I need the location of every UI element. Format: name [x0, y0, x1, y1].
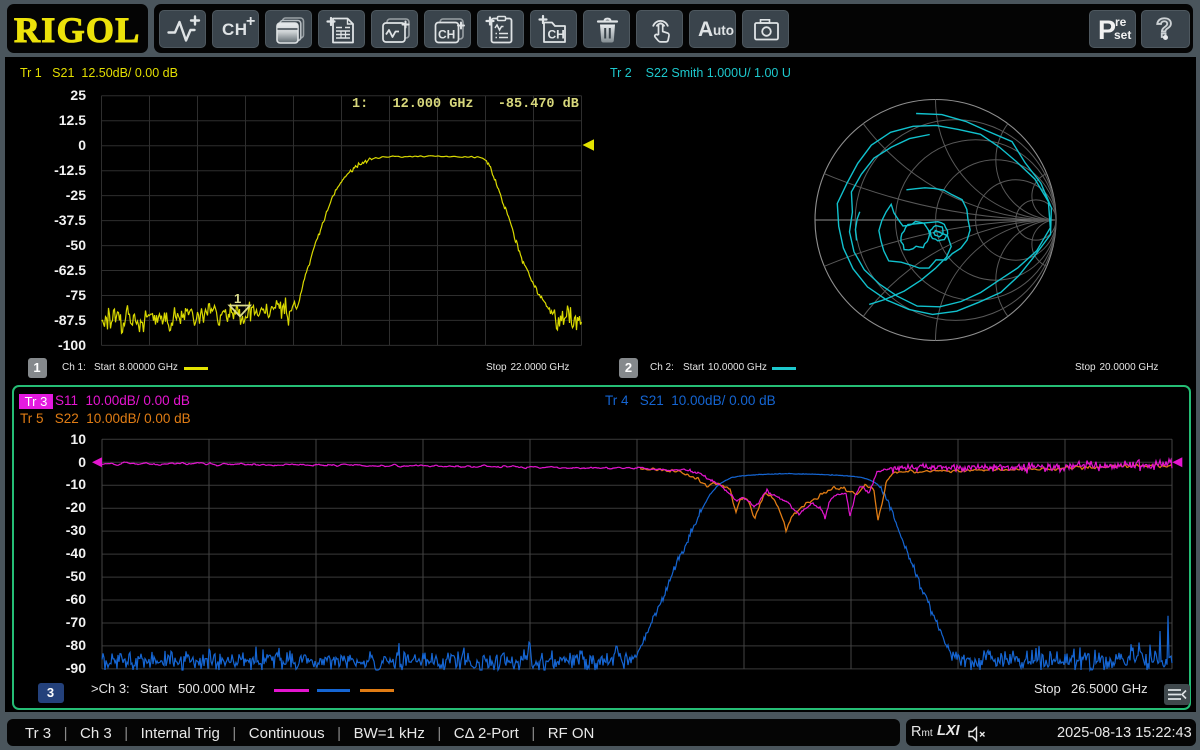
svg-text:CH: CH — [438, 27, 455, 41]
svg-text:1: 1 — [234, 291, 241, 306]
svg-text:CH: CH — [548, 27, 565, 41]
